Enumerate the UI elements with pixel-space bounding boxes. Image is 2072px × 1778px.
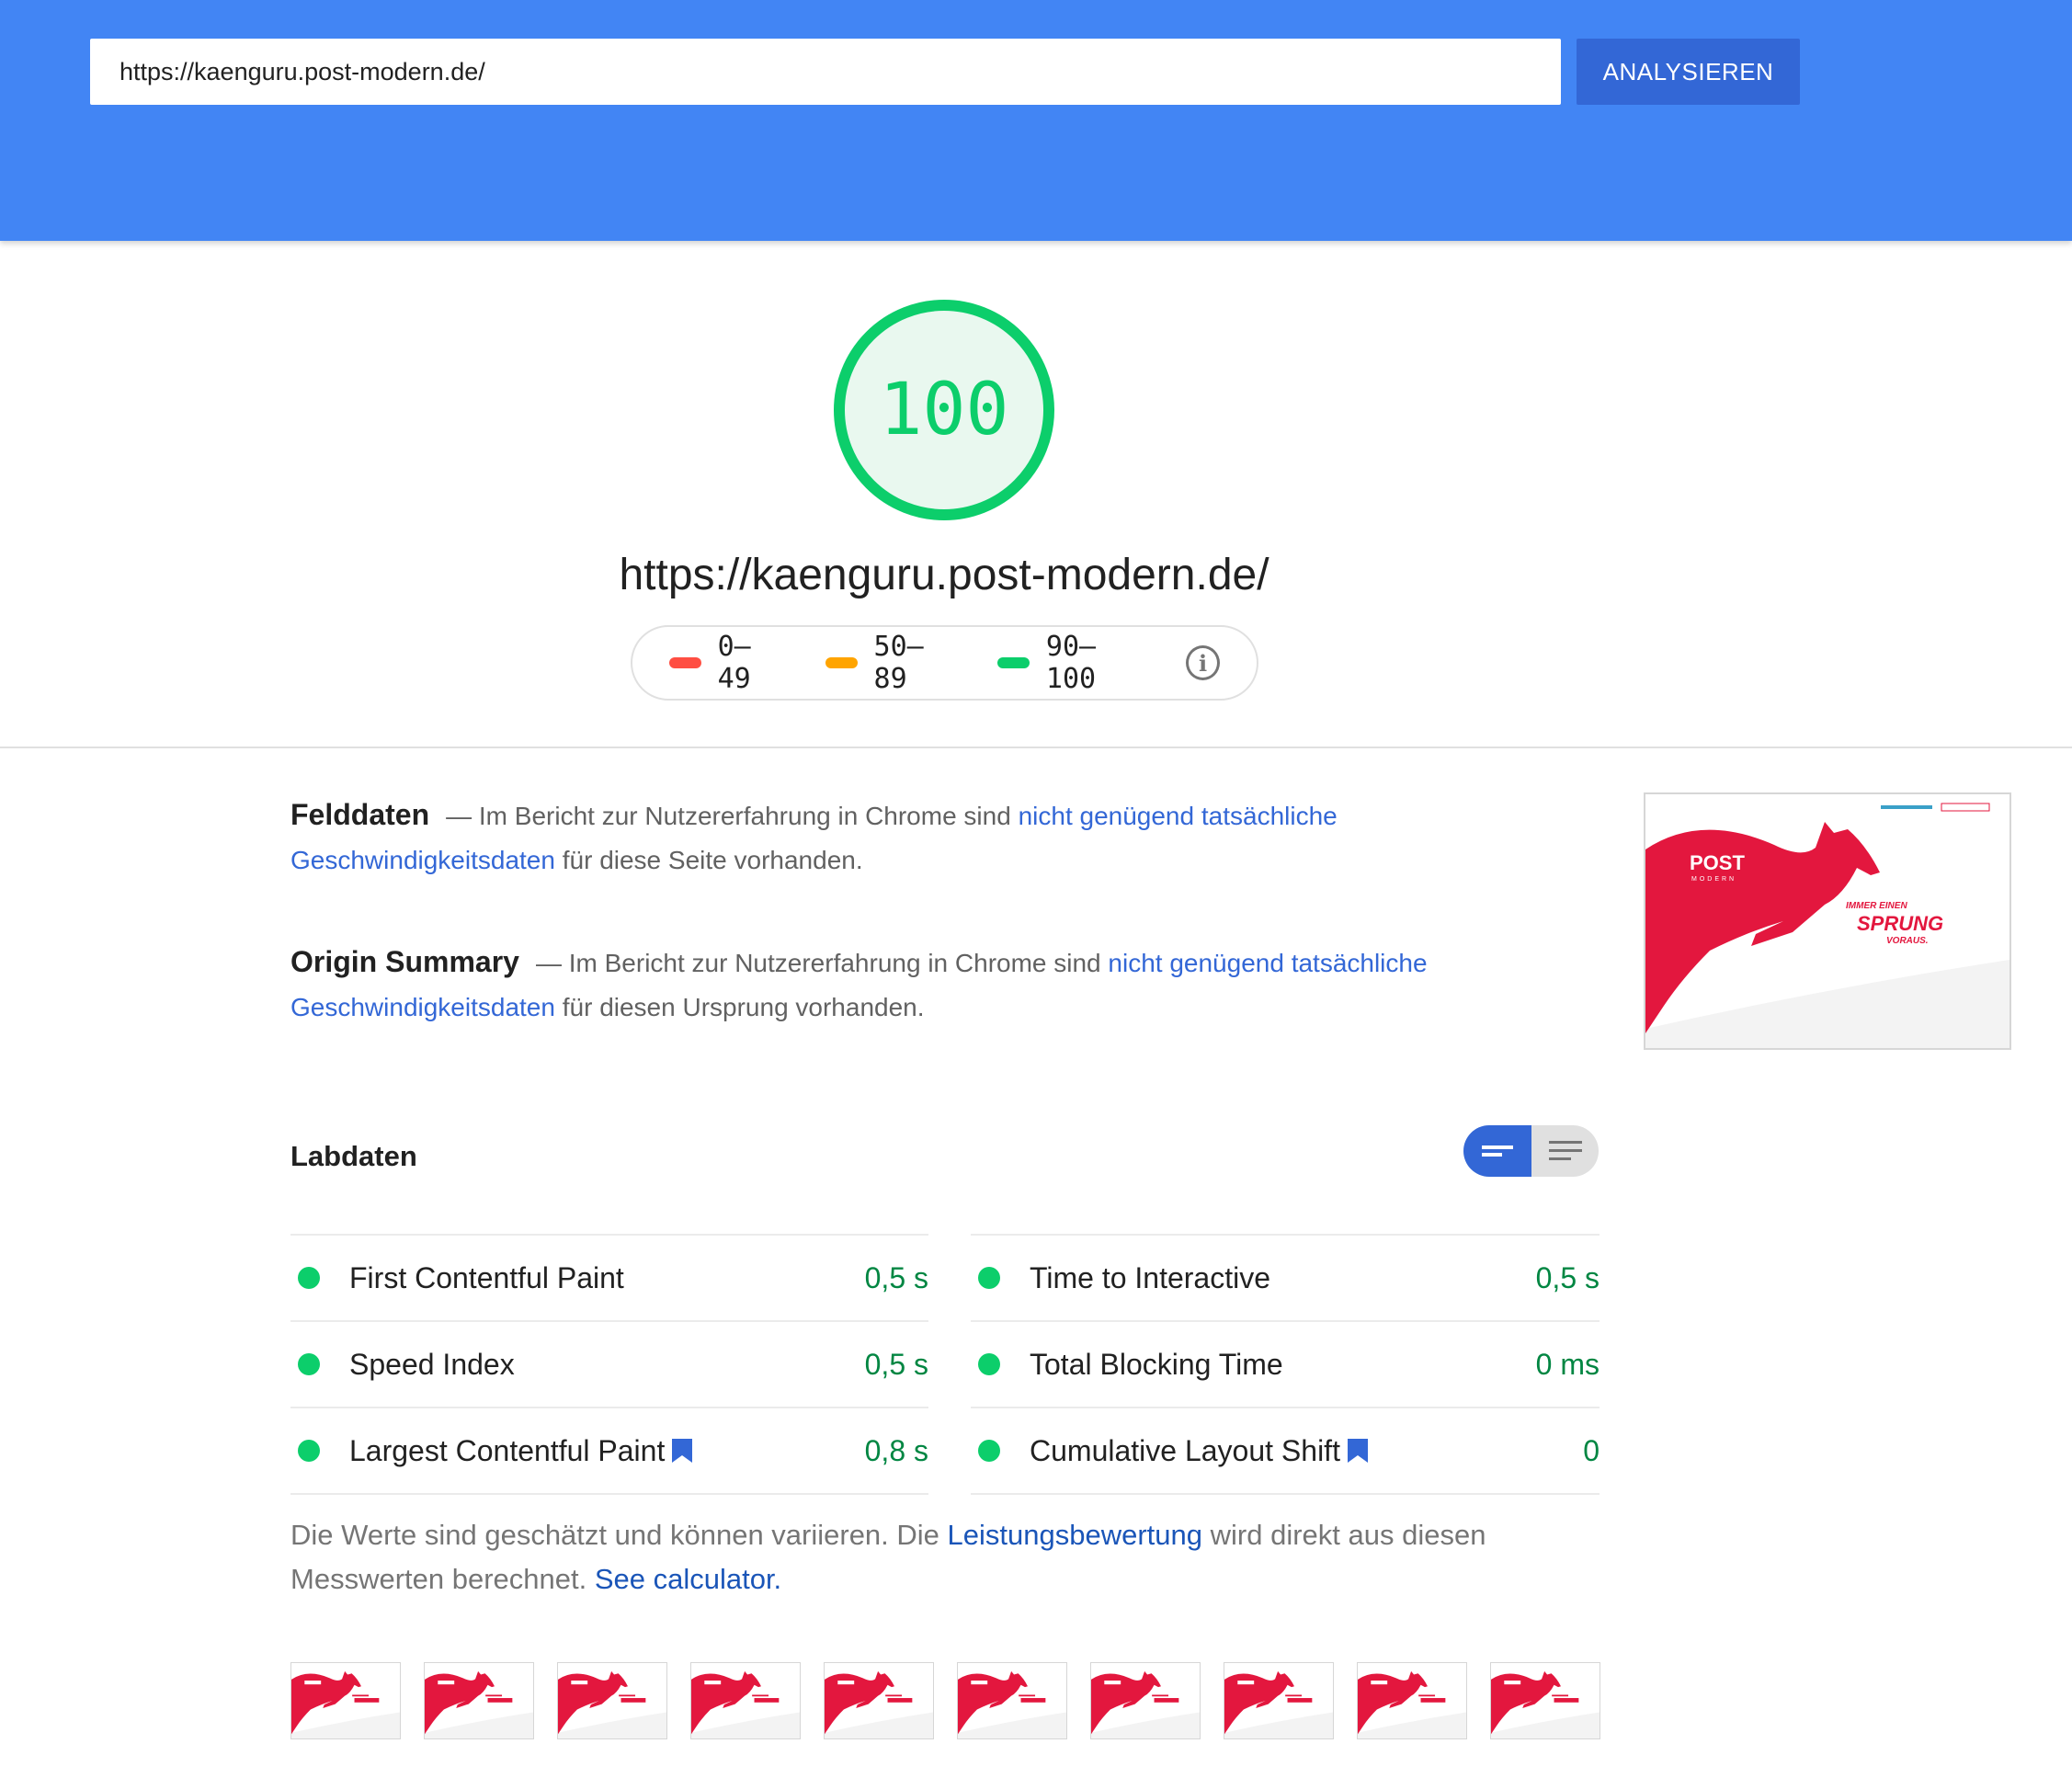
metric-label: Largest Contentful Paint [349,1433,666,1467]
report-url: https://kaenguru.post-modern.de/ [619,551,1269,599]
legend-label: 0–49 [717,631,751,695]
filmstrip-frame [1357,1662,1467,1739]
kangaroo-thumbnail-image [1358,1663,1466,1738]
pass-dot-icon [298,1440,320,1462]
expanded-view-toggle[interactable] [1531,1125,1599,1177]
filmstrip-frame [424,1662,534,1739]
metric-label: Total Blocking Time [1030,1347,1283,1381]
legend-swatch-red [669,657,701,668]
performance-score-gauge: 100 [834,300,1054,520]
metric-label: Speed Index [349,1347,515,1381]
field-data-section: Felddaten — Im Bericht zur Nutzererfahrun… [290,792,1467,883]
metric-label: Cumulative Layout Shift [1030,1433,1340,1467]
compact-view-toggle[interactable] [1463,1125,1531,1177]
origin-summary-suffix: für diesen Ursprung vorhanden. [554,993,925,1021]
metric-value: 0,5 s [864,1347,928,1381]
analyze-button[interactable]: ANALYSIEREN [1577,39,1800,105]
pass-dot-icon [978,1267,1000,1289]
origin-summary-text: — Im Bericht zur Nutzererfahrung in Chro… [535,949,1109,977]
metrics-column-left: First Contentful Paint 0,5 s Speed Index… [290,1234,928,1495]
tagline-bottom: VORAUS. [1886,936,1929,946]
kangaroo-thumbnail-image [1091,1663,1200,1738]
metric-row: Time to Interactive 0,5 s [971,1234,1600,1320]
lab-data-note: Die Werte sind geschätzt und können vari… [290,1513,1600,1601]
legend-item-pass: 90–100 [997,631,1142,695]
note-text: Die Werte sind geschätzt und können vari… [290,1519,948,1551]
lab-data-heading: Labdaten [290,1140,417,1172]
url-input[interactable] [90,39,1561,105]
score-legend: 0–49 50–89 90–100 i [631,625,1258,701]
metric-name: Speed Index [349,1348,865,1382]
expanded-lines-icon [1548,1141,1582,1160]
pass-dot-icon [978,1353,1000,1375]
filmstrip-frame [290,1662,401,1739]
pass-dot-icon [978,1440,1000,1462]
tagline-top: IMMER EINEN [1846,901,1907,911]
kangaroo-thumbnail-image [1491,1663,1600,1738]
section-divider [0,747,2072,748]
kangaroo-thumbnail-image [425,1663,533,1738]
performance-score: 100 [879,369,1009,451]
search-header: ANALYSIEREN [0,0,2072,241]
metric-name: First Contentful Paint [349,1261,865,1295]
logo-bottom: MODERN [1691,876,1736,883]
field-data-heading: Felddaten [290,798,430,831]
performance-score-link[interactable]: Leistungsbewertung [948,1519,1202,1551]
view-toggle [1463,1125,1599,1177]
calculator-link[interactable]: See calculator. [595,1563,781,1595]
filmstrip-frame [557,1662,667,1739]
kangaroo-thumbnail-image [558,1663,666,1738]
filmstrip [290,1662,1600,1739]
field-data-text: — Im Bericht zur Nutzererfahrung in Chro… [446,802,1019,830]
metric-label: First Contentful Paint [349,1260,624,1294]
compact-lines-icon [1482,1145,1513,1157]
pass-dot-icon [298,1353,320,1375]
kangaroo-screenshot-image: POST MODERN IMMER EINEN SPRUNG VORAUS. [1645,794,2009,1048]
metrics-column-right: Time to Interactive 0,5 s Total Blocking… [971,1234,1600,1495]
metric-row: Speed Index 0,5 s [290,1320,928,1407]
legend-item-average: 50–89 [825,631,953,695]
kangaroo-thumbnail-image [825,1663,933,1738]
metric-value: 0 [1583,1433,1600,1467]
metric-value: 0,5 s [864,1260,928,1294]
kangaroo-thumbnail-image [291,1663,400,1738]
kangaroo-thumbnail-image [691,1663,800,1738]
legend-swatch-orange [825,657,858,668]
legend-label: 90–100 [1045,631,1097,695]
kangaroo-thumbnail-image [1224,1663,1333,1738]
metric-value: 0,8 s [864,1433,928,1467]
metric-name: Largest Contentful Paint [349,1434,865,1468]
origin-summary-heading: Origin Summary [290,945,519,978]
field-data-suffix: für diese Seite vorhanden. [554,846,863,874]
tagline-main: SPRUNG [1857,912,1943,935]
legend-swatch-green [997,657,1030,668]
metric-value: 0 ms [1535,1347,1600,1381]
filmstrip-frame [957,1662,1067,1739]
final-screenshot: POST MODERN IMMER EINEN SPRUNG VORAUS. [1644,792,2011,1050]
filmstrip-frame [1090,1662,1201,1739]
bookmark-icon [672,1439,693,1463]
metric-row: Largest Contentful Paint 0,8 s [290,1407,928,1495]
metric-row: Cumulative Layout Shift 0 [971,1407,1600,1495]
metric-value: 0,5 s [1535,1260,1600,1294]
legend-item-fail: 0–49 [669,631,781,695]
metric-label: Time to Interactive [1030,1260,1271,1294]
metric-row: Total Blocking Time 0 ms [971,1320,1600,1407]
filmstrip-frame [1224,1662,1334,1739]
info-icon[interactable]: i [1186,645,1220,680]
filmstrip-frame [824,1662,934,1739]
origin-summary-section: Origin Summary — Im Bericht zur Nutzererf… [290,940,1467,1030]
filmstrip-frame [690,1662,801,1739]
metric-row: First Contentful Paint 0,5 s [290,1234,928,1320]
kangaroo-thumbnail-image [958,1663,1066,1738]
metric-name: Total Blocking Time [1030,1348,1536,1382]
bookmark-icon [1347,1439,1368,1463]
logo-top: POST [1690,851,1745,874]
pass-dot-icon [298,1267,320,1289]
metric-name: Time to Interactive [1030,1261,1536,1295]
metric-name: Cumulative Layout Shift [1030,1434,1583,1468]
filmstrip-frame [1490,1662,1600,1739]
legend-label: 50–89 [873,631,924,695]
